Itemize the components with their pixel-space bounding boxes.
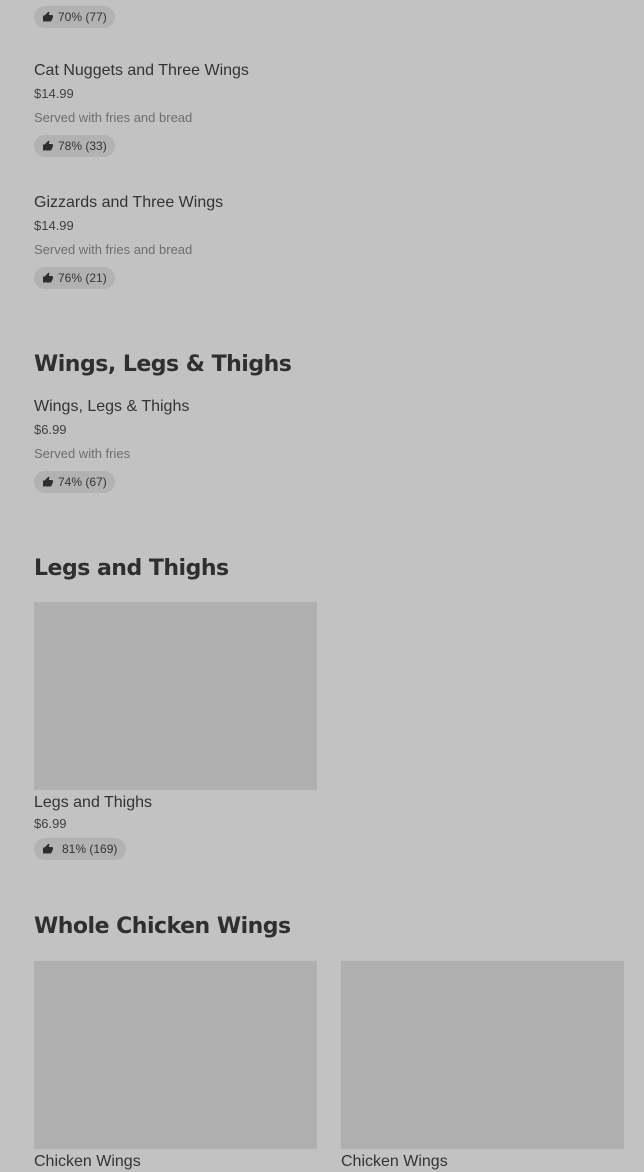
item-name: Chicken Wings (341, 1153, 448, 1170)
rating-badge: 74% (67) (34, 471, 115, 493)
item-name: Cat Nuggets and Three Wings (34, 62, 249, 79)
rating-badge: 78% (33) (34, 135, 115, 157)
item-image (341, 961, 624, 1149)
thumbs-up-icon (43, 140, 53, 151)
item-description: Served with fries (34, 446, 131, 461)
rating-badge: 70% (77) (34, 6, 115, 28)
item-name: Wings, Legs & Thighs (34, 398, 190, 415)
item-price: $6.99 (34, 422, 67, 437)
rating-text: 76% (21) (58, 271, 107, 285)
rating-text: 81% (169) (62, 842, 118, 856)
rating-badge: 76% (21) (34, 267, 115, 289)
rating-badge: 81% (169) (34, 838, 127, 860)
item-description: Served with fries and bread (34, 110, 193, 125)
rating-text: 78% (33) (58, 139, 107, 153)
section-title: Wings, Legs & Thighs (34, 352, 292, 377)
thumbs-up-icon (43, 476, 53, 487)
thumbs-up-icon (43, 843, 53, 854)
menu-item[interactable]: Wings, Legs & Thighs $6.99 Served with f… (34, 397, 434, 493)
section-title: Legs and Thighs (34, 556, 229, 581)
menu-item-card[interactable]: Chicken Wings (341, 961, 624, 1172)
thumbs-up-icon (43, 11, 53, 22)
thumbs-up-icon (43, 272, 53, 283)
menu-item-card[interactable]: Legs and Thighs $6.99 81% (169) (34, 602, 317, 860)
menu-item-card[interactable]: Chicken Wings (34, 961, 317, 1172)
item-name: Legs and Thighs (34, 794, 153, 811)
section-title: Whole Chicken Wings (34, 914, 291, 939)
menu-item[interactable]: Gizzards and Three Wings $14.99 Served w… (34, 193, 434, 289)
rating-text: 74% (67) (58, 475, 107, 489)
item-price: $14.99 (34, 86, 74, 101)
item-image (34, 961, 317, 1149)
item-name: Chicken Wings (34, 1153, 141, 1170)
item-image (34, 602, 317, 790)
item-price: $14.99 (34, 218, 74, 233)
item-description: Served with fries and bread (34, 242, 193, 257)
item-price: $6.99 (34, 816, 67, 831)
item-name: Gizzards and Three Wings (34, 194, 224, 211)
rating-text: 70% (77) (58, 10, 107, 24)
menu-item[interactable]: Cat Nuggets and Three Wings $14.99 Serve… (34, 61, 434, 157)
